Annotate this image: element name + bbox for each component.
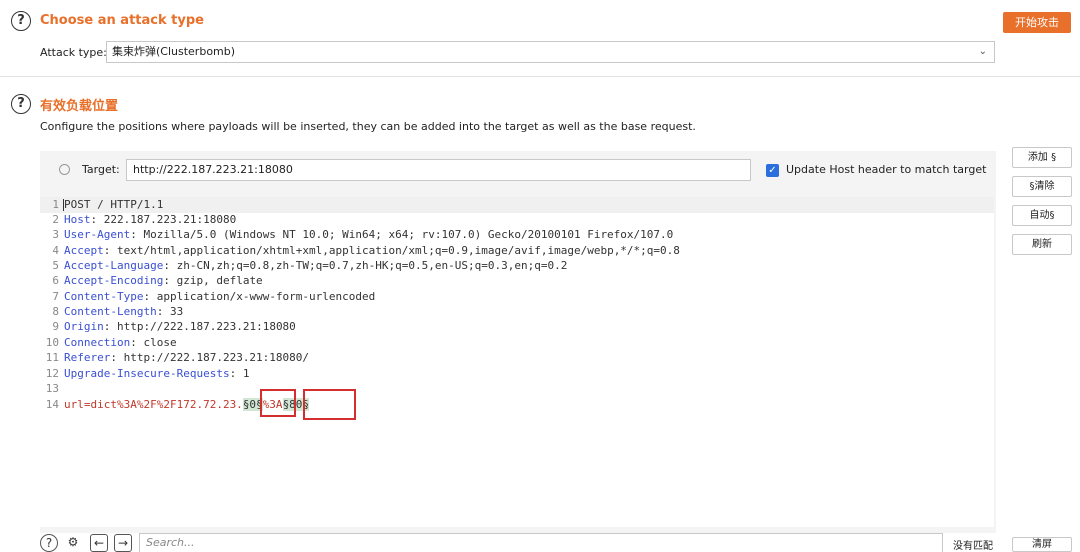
- help-icon[interactable]: ?: [40, 534, 58, 552]
- target-label: Target:: [82, 163, 120, 176]
- target-input[interactable]: http://222.187.223.21:18080: [126, 159, 751, 181]
- annotation-box: [260, 389, 296, 417]
- arrow-left-icon[interactable]: ←: [90, 534, 108, 552]
- help-icon[interactable]: ?: [11, 11, 31, 31]
- payload-positions-description: Configure the positions where payloads w…: [40, 120, 696, 133]
- update-host-label: Update Host header to match target: [786, 163, 987, 176]
- update-host-checkbox[interactable]: ✓: [766, 164, 779, 177]
- attack-type-select[interactable]: 集束炸弹(Clusterbomb) ⌄: [106, 41, 995, 63]
- request-line: 2 Host: 222.187.223.21:18080: [52, 213, 237, 226]
- request-line: 12 Upgrade-Insecure-Requests: 1: [45, 367, 250, 380]
- match-status: 没有匹配: [953, 541, 993, 552]
- chevron-down-icon: ⌄: [978, 46, 987, 57]
- request-line: 13: [45, 382, 59, 395]
- request-line: 8 Content-Length: 33: [52, 305, 184, 318]
- clear-screen-button[interactable]: 清屏: [1012, 537, 1072, 552]
- request-line: 9 Origin: http://222.187.223.21:18080: [52, 320, 296, 333]
- attack-type-label: Attack type:: [40, 46, 107, 59]
- search-input[interactable]: Search...: [139, 533, 943, 552]
- payload-positions-title: 有效负载位置: [40, 99, 119, 114]
- attack-type-title: Choose an attack type: [40, 13, 204, 28]
- request-line: 5 Accept-Language: zh-CN,zh;q=0.8,zh-TW;q…: [52, 259, 568, 272]
- current-line-highlight: [40, 197, 994, 213]
- request-line: 11 Referer: http://222.187.223.21:18080/: [45, 351, 310, 364]
- arrow-right-icon[interactable]: →: [114, 534, 132, 552]
- attack-type-value: 集束炸弹(Clusterbomb): [112, 45, 236, 58]
- auto-markers-button[interactable]: 自动§: [1012, 205, 1072, 226]
- request-line: 1 POST / HTTP/1.1: [52, 198, 164, 211]
- target-icon: [59, 164, 70, 175]
- help-icon[interactable]: ?: [11, 94, 31, 114]
- section-divider: [0, 76, 1080, 77]
- text-caret: [63, 199, 64, 211]
- request-line: 6 Accept-Encoding: gzip, deflate: [52, 274, 263, 287]
- request-line: 4 Accept: text/html,application/xhtml+xml…: [52, 244, 680, 257]
- start-attack-button[interactable]: 开始攻击: [1003, 12, 1071, 33]
- request-line: 7 Content-Type: application/x-www-form-ur…: [52, 290, 376, 303]
- gear-icon[interactable]: ⚙: [64, 534, 82, 552]
- add-marker-button[interactable]: 添加 §: [1012, 147, 1072, 168]
- request-line: 3 User-Agent: Mozilla/5.0 (Windows NT 10.…: [52, 228, 674, 241]
- request-line: 10 Connection: close: [45, 336, 177, 349]
- clear-markers-button[interactable]: §清除: [1012, 176, 1072, 197]
- annotation-box: [303, 389, 356, 420]
- refresh-button[interactable]: 刷新: [1012, 234, 1072, 255]
